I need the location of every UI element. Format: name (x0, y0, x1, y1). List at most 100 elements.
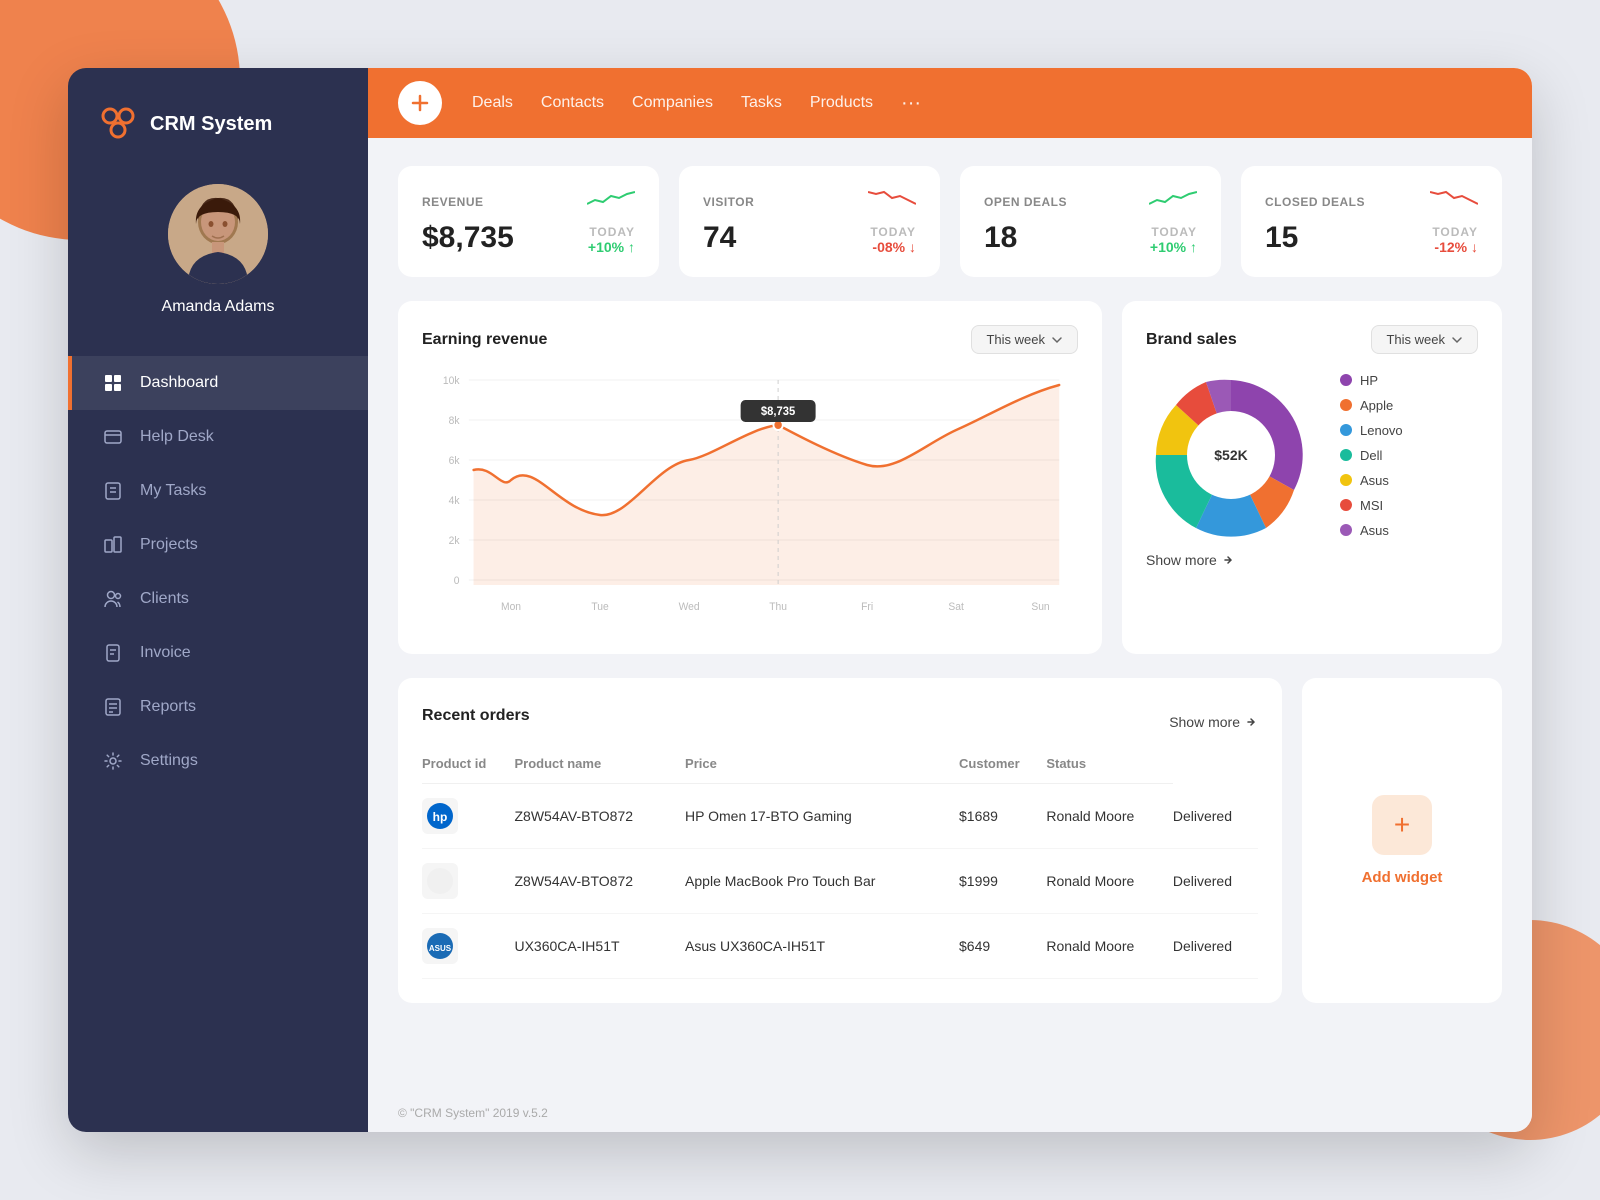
table-row: hp Z8W54AV-BTO872 HP Omen 17-BTO Gaming … (422, 784, 1258, 849)
helpdesk-icon (102, 426, 124, 448)
table-row: ASUS UX360CA-IH51T Asus UX360CA-IH51T $6… (422, 914, 1258, 979)
brand-logo-0: hp (422, 798, 458, 834)
invoice-icon (102, 642, 124, 664)
sidebar-item-label: Reports (140, 698, 196, 716)
svg-text:4k: 4k (449, 495, 461, 507)
dashboard-body: REVENUE $8,735 TODAY +10% ↑ VISITOR 74 T… (368, 138, 1532, 1094)
svg-text:Sun: Sun (1031, 601, 1049, 613)
show-more-link[interactable]: Show more (1146, 552, 1478, 568)
sidebar-item-label: Dashboard (140, 374, 218, 392)
legend-dot-1 (1340, 399, 1352, 411)
svg-text:10k: 10k (443, 375, 460, 387)
sidebar-item-settings[interactable]: Settings (68, 734, 368, 788)
nav-link-deals[interactable]: Deals (472, 94, 513, 112)
earning-week-selector[interactable]: This week (971, 325, 1078, 354)
svg-text:Sat: Sat (948, 601, 963, 613)
product-id-0: Z8W54AV-BTO872 (514, 784, 685, 849)
stat-label-0: REVENUE (422, 195, 484, 209)
crm-logo-icon (98, 104, 138, 144)
stat-today-1: TODAY (870, 225, 916, 239)
svg-text:Thu: Thu (769, 601, 787, 613)
sidebar-item-dashboard[interactable]: Dashboard (68, 356, 368, 410)
top-navbar: Deals Contacts Companies Tasks Products ··· (368, 68, 1532, 138)
projects-icon (102, 534, 124, 556)
sidebar-item-reports[interactable]: Reports (68, 680, 368, 734)
legend-item-5: MSI (1340, 498, 1403, 513)
sidebar-logo: CRM System (68, 68, 368, 164)
svg-text:Mon: Mon (501, 601, 521, 613)
legend-item-0: HP (1340, 373, 1403, 388)
orders-col-header: Customer (959, 748, 1046, 784)
legend-dot-4 (1340, 474, 1352, 486)
legend-label-0: HP (1360, 373, 1378, 388)
svg-text:Tue: Tue (591, 601, 608, 613)
sidebar-item-clients[interactable]: Clients (68, 572, 368, 626)
sidebar-item-label: Invoice (140, 644, 191, 662)
svg-text:Fri: Fri (861, 601, 873, 613)
status-0: Delivered (1173, 784, 1258, 849)
sidebar-item-projects[interactable]: Projects (68, 518, 368, 572)
product-id-2: UX360CA-IH51T (514, 914, 685, 979)
mytasks-icon (102, 480, 124, 502)
sidebar-item-label: Settings (140, 752, 198, 770)
nav-link-products[interactable]: Products (810, 94, 873, 112)
dashboard-icon (102, 372, 124, 394)
svg-text:ASUS: ASUS (429, 944, 452, 953)
svg-text:$8,735: $8,735 (761, 405, 796, 418)
charts-row: Earning revenue This week (398, 301, 1502, 654)
stat-change-2: +10% ↑ (1150, 239, 1197, 255)
nav-link-tasks[interactable]: Tasks (741, 94, 782, 112)
stat-label-3: CLOSED DEALS (1265, 195, 1365, 209)
add-button[interactable] (398, 81, 442, 125)
orders-col-header: Status (1046, 748, 1173, 784)
sidebar-item-mytasks[interactable]: My Tasks (68, 464, 368, 518)
brand-legend: HP Apple Lenovo Dell Asus MSI Asus (1340, 373, 1403, 538)
nav-link-companies[interactable]: Companies (632, 94, 713, 112)
product-name-0: HP Omen 17-BTO Gaming (685, 784, 959, 849)
svg-text:$52K: $52K (1214, 447, 1247, 463)
brand-logo-1 (422, 863, 458, 899)
stat-card-1: VISITOR 74 TODAY -08% ↓ (679, 166, 940, 277)
orders-table: Product idProduct namePriceCustomerStatu… (422, 748, 1258, 979)
legend-dot-3 (1340, 449, 1352, 461)
orders-title: Recent orders (422, 707, 530, 725)
legend-item-4: Asus (1340, 473, 1403, 488)
nav-link-contacts[interactable]: Contacts (541, 94, 604, 112)
legend-label-3: Dell (1360, 448, 1382, 463)
price-2: $649 (959, 914, 1046, 979)
sidebar-item-invoice[interactable]: Invoice (68, 626, 368, 680)
user-profile: Amanda Adams (68, 164, 368, 346)
orders-col-header: Product id (422, 748, 514, 784)
clients-icon (102, 588, 124, 610)
table-row: Z8W54AV-BTO872 Apple MacBook Pro Touch B… (422, 849, 1258, 914)
brand-week-selector[interactable]: This week (1371, 325, 1478, 354)
stat-sparkline-3 (1430, 188, 1478, 215)
sidebar-item-label: My Tasks (140, 482, 206, 500)
legend-item-1: Apple (1340, 398, 1403, 413)
brand-logo-cell: hp (422, 784, 514, 849)
bottom-row: Recent orders Show more Product idProduc… (398, 678, 1502, 1003)
stat-sparkline-2 (1149, 188, 1197, 215)
stat-change-3: -12% ↓ (1432, 239, 1478, 255)
legend-item-2: Lenovo (1340, 423, 1403, 438)
orders-col-header: Price (685, 748, 959, 784)
stat-sparkline-1 (868, 188, 916, 215)
reports-icon (102, 696, 124, 718)
orders-card: Recent orders Show more Product idProduc… (398, 678, 1282, 1003)
nav-more[interactable]: ··· (901, 92, 921, 115)
nav-links: Deals Contacts Companies Tasks Products ··· (472, 92, 921, 115)
legend-dot-0 (1340, 374, 1352, 386)
sidebar-item-helpdesk[interactable]: Help Desk (68, 410, 368, 464)
stat-sparkline-0 (587, 188, 635, 215)
legend-label-4: Asus (1360, 473, 1389, 488)
svg-text:hp: hp (433, 810, 448, 824)
add-widget-card[interactable]: + Add widget (1302, 678, 1502, 1003)
user-name: Amanda Adams (162, 298, 275, 316)
orders-show-more[interactable]: Show more (1169, 714, 1258, 730)
stat-today-2: TODAY (1150, 225, 1197, 239)
product-id-1: Z8W54AV-BTO872 (514, 849, 685, 914)
brand-sales-title: Brand sales (1146, 331, 1237, 349)
stat-label-2: OPEN DEALS (984, 195, 1067, 209)
add-widget-label: Add widget (1362, 869, 1443, 886)
earning-chart-area: 10k 8k 6k 4k 2k 0 Mon Tue Wed Thu Fri (422, 370, 1078, 630)
